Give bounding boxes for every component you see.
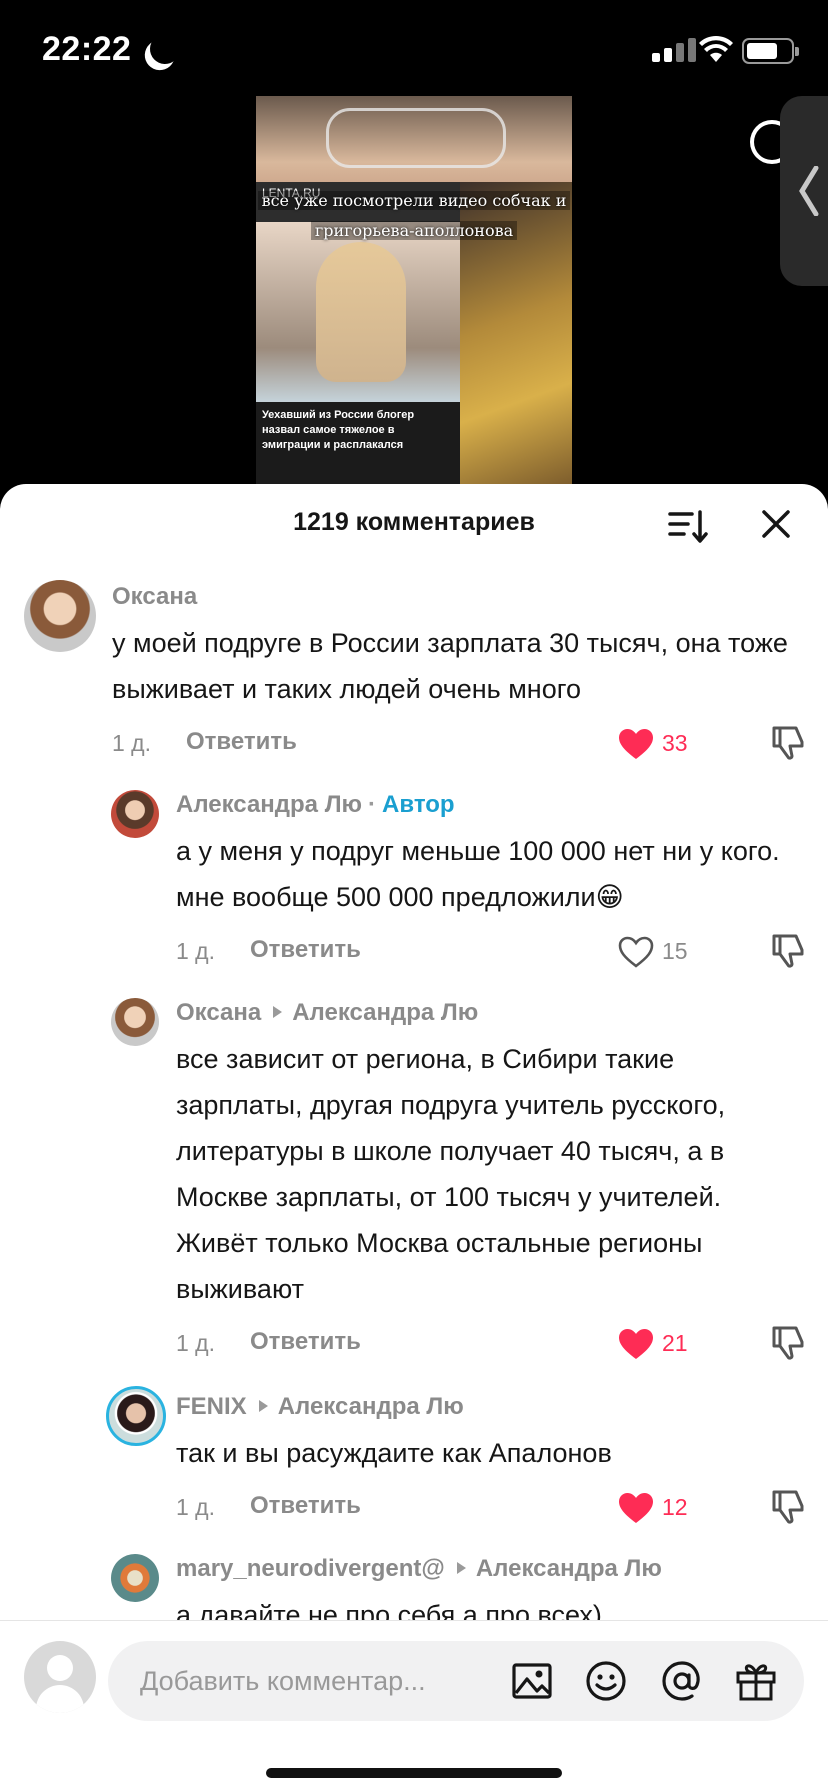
sort-icon[interactable] bbox=[666, 504, 710, 548]
comment-input[interactable] bbox=[140, 1641, 480, 1721]
comment-username[interactable]: Александра Лю bbox=[176, 791, 362, 818]
video-overlay-text: все уже посмотрели видео собчак и григор… bbox=[256, 186, 572, 246]
comment-item: Оксана Александра Лю все зависит от регио… bbox=[0, 996, 828, 1360]
comment-meta: 1 д. Ответить 33 bbox=[112, 718, 808, 768]
comment-date: 1 д. bbox=[176, 1494, 215, 1520]
chevron-left-icon bbox=[799, 166, 819, 216]
comment-meta: 1 д. Ответить 12 bbox=[176, 1482, 808, 1532]
dislike-icon[interactable] bbox=[768, 930, 808, 970]
comment-item: Оксана у моей подруге в России зарплата … bbox=[0, 580, 828, 770]
like-count: 15 bbox=[662, 938, 688, 964]
close-icon[interactable] bbox=[756, 504, 796, 544]
comment-meta: 1 д. Ответить 21 bbox=[176, 1318, 808, 1368]
like-button[interactable]: 21 bbox=[618, 1326, 698, 1362]
comment-username[interactable]: Оксана bbox=[112, 580, 808, 614]
reply-to-username[interactable]: Александра Лю bbox=[292, 999, 478, 1026]
avatar[interactable] bbox=[24, 580, 96, 652]
avatar[interactable] bbox=[111, 1554, 159, 1602]
reply-button[interactable]: Ответить bbox=[186, 728, 297, 756]
reply-button[interactable]: Ответить bbox=[250, 1328, 361, 1356]
comment-text: так и вы расуждаите как Апалонов bbox=[176, 1438, 612, 1468]
status-time: 22:22 bbox=[42, 30, 132, 68]
wifi-icon bbox=[699, 35, 733, 62]
comment-item: Александра Лю · Автор а у меня у подруг ме… bbox=[0, 788, 828, 978]
avatar[interactable] bbox=[106, 1386, 166, 1446]
comment-username[interactable]: mary_neurodivergent@ bbox=[176, 1555, 445, 1582]
comment-item: FENIX Александра Лю так и вы расуждаите к… bbox=[0, 1386, 828, 1532]
comment-input-bar bbox=[0, 1620, 828, 1792]
status-bar: 22:22 bbox=[0, 0, 828, 100]
lenta-caption: Уехавший из России блогер назвал самое т… bbox=[256, 402, 460, 486]
cellular-signal-icon bbox=[652, 38, 700, 62]
video-preview[interactable]: LENTA.RU Уехавший из России блогер назва… bbox=[256, 96, 572, 486]
avatar[interactable] bbox=[111, 790, 159, 838]
comment-text: все зависит от региона, в Сибири такие з… bbox=[176, 1044, 726, 1304]
avatar[interactable] bbox=[111, 998, 159, 1046]
dislike-icon[interactable] bbox=[768, 722, 808, 762]
comment-date: 1 д. bbox=[112, 730, 151, 756]
battery-icon bbox=[742, 38, 799, 64]
comment-username[interactable]: FENIX bbox=[176, 1393, 247, 1420]
reply-arrow-icon bbox=[273, 1006, 283, 1018]
home-indicator[interactable] bbox=[266, 1768, 562, 1778]
comment-username[interactable]: Оксана bbox=[176, 999, 261, 1026]
moon-icon bbox=[146, 30, 184, 68]
reply-arrow-icon bbox=[456, 1562, 466, 1574]
like-count: 33 bbox=[662, 730, 688, 756]
emoji-icon[interactable] bbox=[584, 1659, 628, 1703]
like-button[interactable]: 12 bbox=[618, 1490, 698, 1526]
dislike-icon[interactable] bbox=[768, 1486, 808, 1526]
heart-filled-icon bbox=[619, 1493, 653, 1523]
comment-text: а у меня у подруг меньше 100 000 нет ни … bbox=[176, 836, 780, 912]
comment-date: 1 д. bbox=[176, 938, 215, 964]
dislike-icon[interactable] bbox=[768, 1322, 808, 1362]
reply-to-username[interactable]: Александра Лю bbox=[278, 1393, 464, 1420]
like-count: 12 bbox=[662, 1494, 688, 1520]
comment-input-container[interactable] bbox=[108, 1641, 804, 1721]
reply-arrow-icon bbox=[258, 1400, 268, 1412]
mention-icon[interactable] bbox=[660, 1659, 704, 1703]
my-avatar bbox=[24, 1641, 96, 1713]
like-count: 21 bbox=[662, 1330, 688, 1356]
like-button[interactable]: 33 bbox=[618, 726, 698, 762]
comment-date: 1 д. bbox=[176, 1330, 215, 1356]
comment-meta: 1 д. Ответить 15 bbox=[176, 926, 808, 976]
comments-sheet: 1219 комментариев Оксана у моей подруге … bbox=[0, 484, 828, 1792]
heart-filled-icon bbox=[619, 1329, 653, 1359]
reply-button[interactable]: Ответить bbox=[250, 1492, 361, 1520]
like-button[interactable]: 15 bbox=[618, 934, 698, 970]
comment-text: у моей подруге в России зарплата 30 тыся… bbox=[112, 628, 788, 704]
heart-outline-icon bbox=[618, 936, 654, 968]
heart-filled-icon bbox=[619, 729, 653, 759]
gift-icon[interactable] bbox=[734, 1659, 778, 1703]
reply-to-username[interactable]: Александра Лю bbox=[476, 1555, 662, 1582]
author-badge: Автор bbox=[382, 791, 455, 818]
comments-header: 1219 комментариев bbox=[0, 484, 828, 564]
side-panel-toggle[interactable] bbox=[780, 96, 828, 286]
reply-button[interactable]: Ответить bbox=[250, 936, 361, 964]
image-icon[interactable] bbox=[510, 1659, 554, 1703]
